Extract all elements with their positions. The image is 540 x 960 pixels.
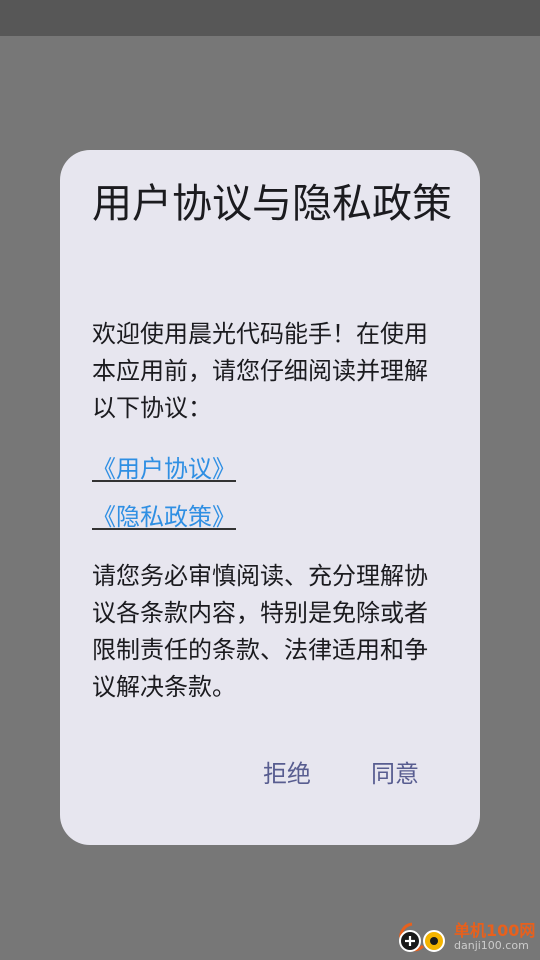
privacy-dialog: 用户协议与隐私政策 欢迎使用晨光代码能手！在使用本应用前，请您仔细阅读并理解以下… (60, 150, 480, 845)
privacy-policy-link[interactable]: 《隐私政策》 (92, 502, 236, 532)
dialog-title: 用户协议与隐私政策 (92, 181, 452, 227)
reject-button[interactable]: 拒绝 (263, 756, 311, 792)
user-agreement-link[interactable]: 《用户协议》 (92, 454, 236, 484)
watermark-logo-icon (399, 922, 445, 952)
status-bar (0, 0, 540, 36)
watermark-site-name: 单机100网 (454, 921, 536, 940)
watermark: 单机100网 danji100.com (392, 915, 538, 957)
dialog-notice-text: 请您务必审慎阅读、充分理解协议各条款内容，特别是免除或者限制责任的条款、法律适用… (92, 562, 428, 701)
watermark-domain: danji100.com (454, 939, 529, 952)
agree-button[interactable]: 同意 (371, 756, 419, 792)
dialog-intro-text: 欢迎使用晨光代码能手！在使用本应用前，请您仔细阅读并理解以下协议： (92, 320, 428, 422)
